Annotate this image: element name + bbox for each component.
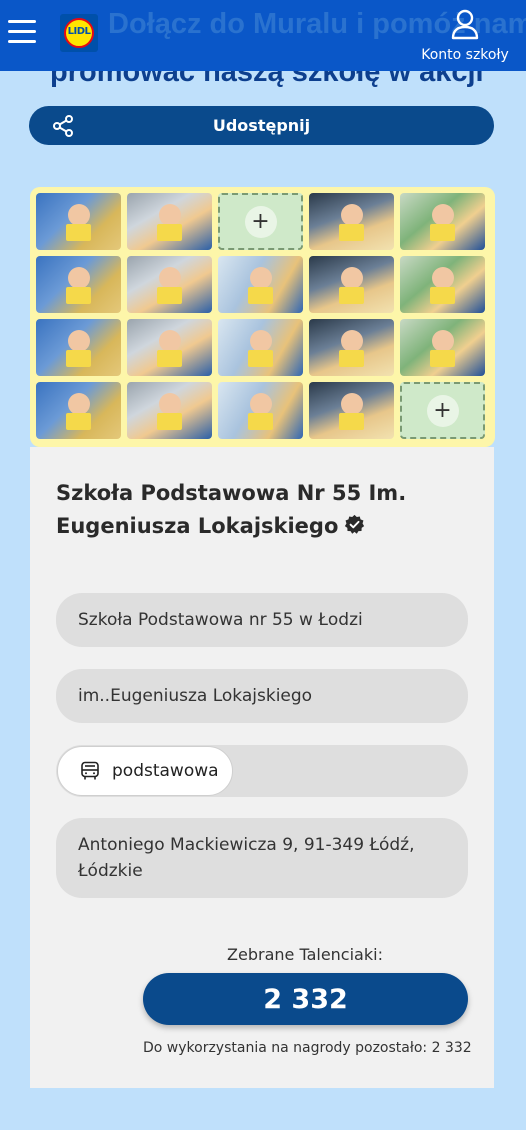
mural-photo[interactable] — [400, 193, 485, 250]
photo-card-shape — [247, 350, 274, 368]
mural-photo[interactable] — [218, 319, 303, 376]
photo-face-shape — [431, 330, 454, 353]
photo-face-shape — [67, 204, 90, 227]
photo-face-shape — [249, 267, 272, 290]
photo-card-shape — [247, 287, 274, 305]
photo-face-shape — [158, 393, 181, 416]
school-name: Szkoła Podstawowa Nr 55 Im. Eugeniusza L… — [56, 481, 407, 538]
mural-photo[interactable] — [36, 319, 121, 376]
photo-face-shape — [158, 204, 181, 227]
photo-card-shape — [156, 224, 183, 242]
photo-card-shape — [338, 224, 365, 242]
photo-face-shape — [431, 204, 454, 227]
photo-card-shape — [65, 350, 92, 368]
share-icon — [53, 115, 73, 137]
mural-photo[interactable] — [127, 193, 212, 250]
points-total-button[interactable]: 2 332 — [143, 973, 468, 1025]
mural-photo[interactable] — [400, 256, 485, 313]
photo-card-shape — [156, 350, 183, 368]
photo-card-shape — [429, 350, 456, 368]
photo-face-shape — [340, 330, 363, 353]
mural-photo[interactable] — [36, 256, 121, 313]
plus-icon: + — [426, 394, 459, 427]
mural-photo[interactable] — [309, 193, 394, 250]
mural-photo[interactable] — [218, 382, 303, 439]
photo-card-shape — [65, 224, 92, 242]
plus-icon: + — [244, 205, 277, 238]
school-type-selector[interactable]: podstawowa — [56, 745, 468, 797]
bus-icon — [81, 761, 99, 780]
mural-photo[interactable] — [218, 256, 303, 313]
mural-photo[interactable] — [36, 193, 121, 250]
photo-face-shape — [431, 267, 454, 290]
photo-face-shape — [158, 267, 181, 290]
mural-photo[interactable] — [127, 256, 212, 313]
photo-card-shape — [156, 413, 183, 431]
photo-mural: + + — [30, 187, 495, 447]
share-label: Udostępnij — [212, 116, 311, 135]
mural-photo[interactable] — [127, 382, 212, 439]
mural-photo[interactable] — [309, 319, 394, 376]
photo-card-shape — [338, 287, 365, 305]
photo-card-shape — [65, 287, 92, 305]
mural-photo[interactable] — [127, 319, 212, 376]
photo-card-shape — [338, 350, 365, 368]
photo-card-shape — [65, 413, 92, 431]
collected-points-label: Zebrane Talenciaki: — [227, 945, 383, 964]
add-photo-slot[interactable]: + — [400, 382, 485, 439]
top-bar: Dołącz do Muralu i pomóż nam LIDL Konto … — [0, 0, 526, 71]
photo-card-shape — [429, 224, 456, 242]
hamburger-icon[interactable] — [8, 20, 36, 46]
photo-face-shape — [67, 267, 90, 290]
mural-photo[interactable] — [309, 382, 394, 439]
photo-card-shape — [156, 287, 183, 305]
school-patron-field[interactable]: im..Eugeniusza Lokajskiego — [56, 669, 468, 723]
photo-face-shape — [249, 330, 272, 353]
user-icon — [451, 9, 479, 40]
mural-photo[interactable] — [36, 382, 121, 439]
remaining-points-text: Do wykorzystania na nagrody pozostało: 2… — [143, 1040, 472, 1056]
photo-face-shape — [67, 330, 90, 353]
school-type-label: podstawowa — [112, 761, 219, 781]
add-photo-slot[interactable]: + — [218, 193, 303, 250]
lidl-logo[interactable]: LIDL — [60, 14, 98, 52]
school-card: Szkoła Podstawowa Nr 55 Im. Eugeniusza L… — [30, 447, 494, 1088]
photo-card-shape — [338, 413, 365, 431]
photo-card-shape — [429, 287, 456, 305]
photo-face-shape — [340, 267, 363, 290]
school-official-name-field[interactable]: Szkoła Podstawowa nr 55 w Łodzi — [56, 593, 468, 647]
share-button[interactable]: Udostępnij — [29, 106, 494, 145]
school-type-pill[interactable]: podstawowa — [57, 746, 233, 796]
mural-photo[interactable] — [309, 256, 394, 313]
school-account-button[interactable]: Konto szkoły — [420, 8, 510, 63]
account-label: Konto szkoły — [421, 47, 509, 63]
verified-badge-icon — [345, 514, 365, 534]
photo-face-shape — [67, 393, 90, 416]
school-address-field[interactable]: Antoniego Mackiewicza 9, 91-349 Łódź, Łó… — [56, 818, 468, 898]
photo-face-shape — [340, 204, 363, 227]
mural-photo[interactable] — [400, 319, 485, 376]
photo-card-shape — [247, 413, 274, 431]
photo-face-shape — [158, 330, 181, 353]
photo-face-shape — [249, 393, 272, 416]
photo-face-shape — [340, 393, 363, 416]
